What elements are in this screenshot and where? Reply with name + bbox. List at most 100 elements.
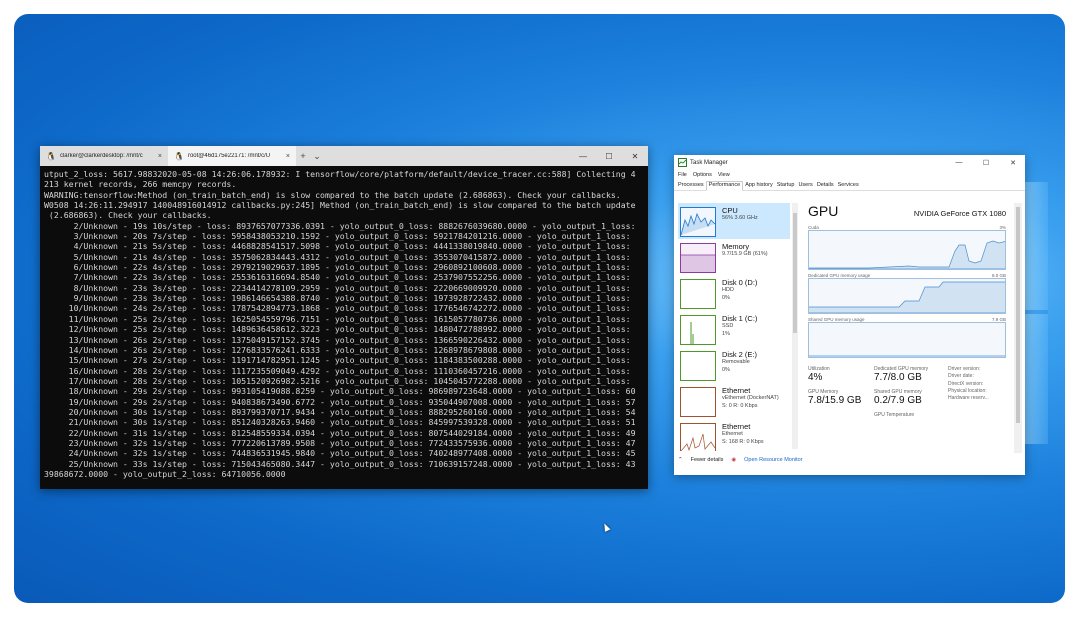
terminal-line: W0508 14:26:11.294917 140048916014912 ca… bbox=[44, 200, 636, 211]
task-manager-icon bbox=[678, 158, 687, 167]
tab-close-icon[interactable]: × bbox=[286, 153, 290, 160]
new-tab-button[interactable]: + bbox=[296, 146, 310, 166]
resource-detail: SSD bbox=[722, 323, 734, 329]
gpu-memory-value: 7.8/15.9 GB bbox=[808, 395, 862, 406]
tab-dropdown-button[interactable]: ⌄ bbox=[310, 146, 324, 166]
utilization-value: 4% bbox=[808, 372, 823, 383]
resource-name: Disk 1 (C:) bbox=[722, 314, 758, 323]
window-title: Task Manager bbox=[690, 159, 728, 166]
resource-ethernet[interactable]: Ethernet Ethernet S: 168 R: 0 Kbps bbox=[678, 419, 790, 451]
terminal-tab-clarker[interactable]: 🐧 clarker@clarkerdesktop: /mnt/c × bbox=[40, 146, 168, 166]
terminal-line: WARNING:tensorflow:Method (on_train_batc… bbox=[44, 189, 621, 200]
resource-disk-0[interactable]: Disk 0 (D:) HDD 0% bbox=[678, 275, 790, 311]
terminal-line: 22/Unknown - 31s 1s/step - loss: 8125485… bbox=[44, 427, 636, 438]
ethernet-thumbnail-graph bbox=[680, 423, 716, 451]
terminal-line: 2/Unknown - 19s 10s/step - loss: 8937657… bbox=[44, 220, 636, 231]
memory-thumbnail-graph bbox=[680, 243, 716, 273]
resource-name: CPU bbox=[722, 206, 738, 215]
gpu-title: GPU bbox=[808, 203, 839, 219]
menu-file[interactable]: File bbox=[678, 172, 687, 178]
terminal-line: 18/Unknown - 29s 2s/step - loss: 9931054… bbox=[44, 386, 636, 397]
fewer-details-link[interactable]: Fewer details bbox=[691, 457, 724, 463]
resource-detail: 1% bbox=[722, 330, 730, 337]
resource-list-scrollbar[interactable] bbox=[792, 203, 798, 449]
resource-disk-2[interactable]: Disk 2 (E:) Removable 0% bbox=[678, 347, 790, 383]
resource-name: Memory bbox=[722, 242, 750, 251]
tab-close-icon[interactable]: × bbox=[158, 153, 162, 160]
footer: ⌃ Fewer details ◉ Open Resource Monitor bbox=[678, 457, 803, 463]
dedicated-memory-value: 7.7/8.0 GB bbox=[874, 372, 922, 383]
resource-list: CPU 56% 3.60 GHz Memory 9.7/15.9 GB (61%) … bbox=[678, 203, 790, 451]
maximize-button[interactable]: ☐ bbox=[596, 146, 622, 166]
linux-icon: 🐧 bbox=[174, 151, 184, 161]
tab-startup[interactable]: Startup bbox=[775, 182, 797, 190]
terminal-tab-root[interactable]: 🐧 root@46d175e22171: /mnt/c/U × bbox=[168, 146, 296, 166]
minimize-button[interactable]: — bbox=[947, 159, 971, 166]
chevron-up-icon[interactable]: ⌃ bbox=[678, 457, 683, 463]
resource-cpu[interactable]: CPU 56% 3.60 GHz bbox=[678, 203, 790, 239]
resource-detail: S: 168 R: 0 Kbps bbox=[722, 438, 764, 445]
resource-name: Ethernet bbox=[722, 386, 751, 395]
terminal-line: 14/Unknown - 26s 2s/step - loss: 1276833… bbox=[44, 344, 631, 355]
terminal-line: 8/Unknown - 23s 3s/step - loss: 22344142… bbox=[44, 282, 631, 293]
tab-processes[interactable]: Processes bbox=[676, 182, 706, 190]
terminal-line: 9/Unknown - 23s 3s/step - loss: 19861466… bbox=[44, 293, 631, 304]
resource-detail: Removable bbox=[722, 359, 750, 365]
terminal-tabbar: 🐧 clarker@clarkerdesktop: /mnt/c × 🐧 roo… bbox=[40, 146, 648, 166]
terminal-line: (2.686863). Check your callbacks. bbox=[44, 210, 212, 221]
resource-name: Ethernet bbox=[722, 422, 751, 431]
terminal-line: 7/Unknown - 22s 3s/step - loss: 25536163… bbox=[44, 272, 631, 283]
terminal-line: 5/Unknown - 21s 4s/step - loss: 35750628… bbox=[44, 251, 631, 262]
resource-name: Disk 2 (E:) bbox=[722, 350, 758, 359]
tab-details[interactable]: Details bbox=[815, 182, 836, 190]
resource-detail: 0% bbox=[722, 366, 730, 373]
disk2-thumbnail-graph bbox=[680, 351, 716, 381]
cuda-usage-graph bbox=[808, 230, 1006, 270]
maximize-button[interactable]: ☐ bbox=[974, 159, 998, 167]
close-button[interactable]: ✕ bbox=[622, 146, 648, 166]
dedicated-memory-graph bbox=[808, 278, 1006, 314]
resource-detail: HDD bbox=[722, 287, 734, 293]
tab-users[interactable]: Users bbox=[796, 182, 814, 190]
menu-bar: File Options View bbox=[674, 170, 1025, 179]
resource-detail: 0% bbox=[722, 294, 730, 301]
menu-options[interactable]: Options bbox=[693, 172, 712, 178]
linux-icon: 🐧 bbox=[46, 151, 56, 161]
resource-disk-1[interactable]: Disk 1 (C:) SSD 1% bbox=[678, 311, 790, 347]
tab-services[interactable]: Services bbox=[836, 182, 861, 190]
shared-memory-value: 0.2/7.9 GB bbox=[874, 395, 922, 406]
minimize-button[interactable]: — bbox=[570, 146, 596, 166]
tab-performance[interactable]: Performance bbox=[705, 181, 744, 191]
terminal-line: 10/Unknown - 24s 2s/step - loss: 1787542… bbox=[44, 303, 631, 314]
cpu-thumbnail-graph bbox=[680, 207, 716, 237]
disk1-thumbnail-graph bbox=[680, 315, 716, 345]
terminal-line: 3/Unknown - 20s 7s/step - loss: 59584380… bbox=[44, 231, 631, 242]
open-resource-monitor-link[interactable]: Open Resource Monitor bbox=[744, 457, 802, 463]
resource-monitor-icon: ◉ bbox=[731, 457, 737, 463]
menu-view[interactable]: View bbox=[718, 172, 730, 178]
terminal-line: 39868672.0000 - yolo_output_2_loss: 6471… bbox=[44, 468, 286, 479]
terminal-line: 13/Unknown - 26s 2s/step - loss: 1375049… bbox=[44, 334, 631, 345]
terminal-line: 11/Unknown - 25s 2s/step - loss: 1625054… bbox=[44, 313, 631, 324]
resource-detail: Ethernet bbox=[722, 431, 743, 437]
detail-scrollbar[interactable] bbox=[1014, 203, 1022, 453]
task-manager-window[interactable]: Task Manager — ☐ ✕ File Options View Pro… bbox=[674, 155, 1025, 475]
resource-detail: S: 0 R: 0 Kbps bbox=[722, 402, 758, 409]
resource-name: Disk 0 (D:) bbox=[722, 278, 758, 287]
resource-ethernet-docker[interactable]: Ethernet vEthernet (DockerNAT) S: 0 R: 0 K… bbox=[678, 383, 790, 419]
driver-version-label: Driver version: bbox=[948, 366, 981, 372]
terminal-line: 25/Unknown - 33s 1s/step - loss: 7150434… bbox=[44, 458, 636, 469]
resource-memory[interactable]: Memory 9.7/15.9 GB (61%) bbox=[678, 239, 790, 275]
resource-detail: vEthernet (DockerNAT) bbox=[722, 395, 779, 401]
terminal-output[interactable]: utput_2_loss: 5617.98832020-05-08 14:26:… bbox=[40, 166, 648, 492]
terminal-line: 16/Unknown - 28s 2s/step - loss: 1117235… bbox=[44, 365, 631, 376]
shared-memory-graph bbox=[808, 322, 1006, 358]
terminal-window[interactable]: 🐧 clarker@clarkerdesktop: /mnt/c × 🐧 roo… bbox=[40, 146, 648, 489]
close-button[interactable]: ✕ bbox=[1001, 159, 1025, 167]
terminal-line: 12/Unknown - 25s 2s/step - loss: 1489636… bbox=[44, 324, 631, 335]
tab-app-history[interactable]: App history bbox=[743, 182, 775, 190]
resource-detail: 9.7/15.9 GB (61%) bbox=[722, 251, 768, 257]
directx-version-label: DirectX version: bbox=[948, 380, 984, 387]
tab-strip: Processes Performance App history Startu… bbox=[674, 179, 1025, 191]
gpu-detail-panel: GPU NVIDIA GeForce GTX 1080 Cuda 3% Dedic… bbox=[808, 203, 1006, 451]
